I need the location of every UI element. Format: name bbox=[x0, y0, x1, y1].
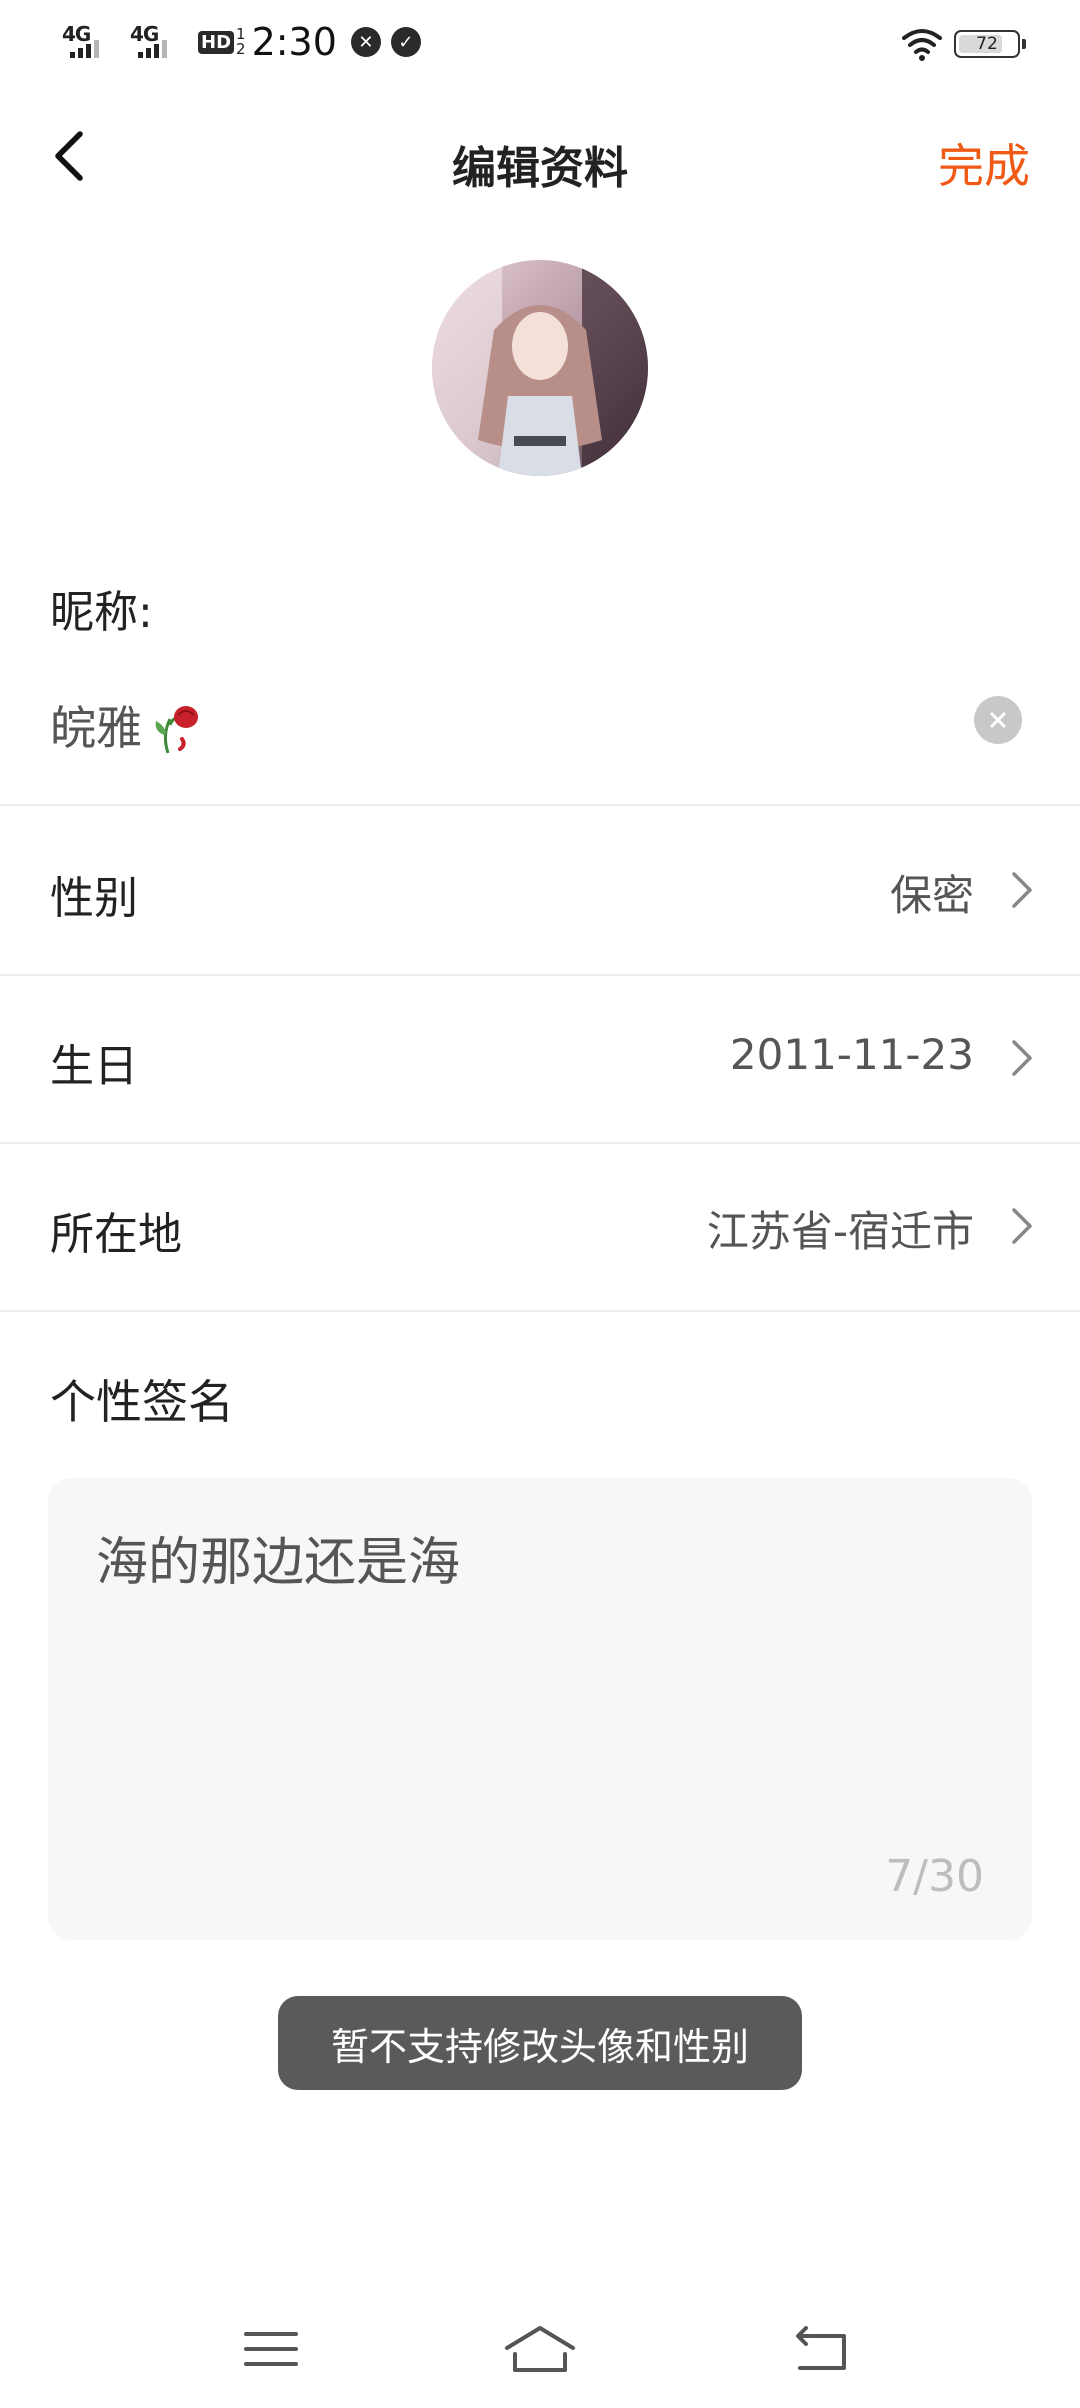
char-counter: 7/30 bbox=[885, 1851, 984, 1902]
page-title: 编辑资料 bbox=[452, 143, 628, 194]
chevron-right-icon bbox=[1012, 1208, 1032, 1244]
back-nav-icon[interactable] bbox=[778, 2314, 868, 2384]
avatar[interactable] bbox=[432, 260, 648, 476]
chevron-right-icon bbox=[1012, 872, 1032, 908]
status-bar: 4G 4G HD 12 2:30 ✕ ✓ 72 bbox=[0, 0, 1080, 84]
signature-text: 海的那边还是海 bbox=[96, 1533, 461, 1593]
row-label: 生日 bbox=[50, 1041, 138, 1092]
row-gender[interactable]: 性别 保密 bbox=[0, 808, 1080, 974]
signature-textarea[interactable]: 海的那边还是海 7/30 bbox=[48, 1478, 1032, 1940]
chevron-right-icon bbox=[1012, 1040, 1032, 1076]
battery-icon: 72 bbox=[954, 30, 1026, 58]
nickname-field[interactable]: 皖雅 bbox=[50, 692, 204, 758]
signal-4g-icon-2: 4G bbox=[130, 22, 184, 62]
row-birthday[interactable]: 生日 2011-11-23 bbox=[0, 976, 1080, 1142]
hd-voice-icon: HD 12 bbox=[198, 27, 246, 57]
signature-label: 个性签名 bbox=[50, 1375, 234, 1429]
notification-check-icon: ✓ bbox=[390, 27, 421, 57]
row-location[interactable]: 所在地 江苏省-宿迁市 bbox=[0, 1144, 1080, 1310]
status-time: 2:30 bbox=[251, 20, 337, 64]
nickname-label: 昵称: bbox=[50, 587, 153, 638]
nickname-value: 皖雅 bbox=[50, 701, 142, 755]
divider bbox=[0, 1310, 1080, 1312]
divider bbox=[0, 804, 1080, 806]
row-label: 所在地 bbox=[50, 1209, 182, 1260]
wifi-icon bbox=[902, 29, 942, 61]
rose-emoji-icon bbox=[155, 706, 198, 754]
row-value: 保密 bbox=[889, 871, 974, 920]
done-button[interactable]: 完成 bbox=[938, 130, 1030, 196]
row-value: 2011-11-23 bbox=[729, 1030, 974, 1079]
clear-icon[interactable] bbox=[974, 696, 1022, 744]
notification-close-icon: ✕ bbox=[350, 27, 381, 57]
row-label: 性别 bbox=[50, 873, 138, 924]
toast-message: 暂不支持修改头像和性别 bbox=[278, 1996, 802, 2090]
header: 编辑资料 完成 bbox=[0, 110, 1080, 200]
menu-icon[interactable] bbox=[226, 2314, 316, 2384]
row-value: 江苏省-宿迁市 bbox=[706, 1207, 974, 1256]
signal-4g-icon: 4G bbox=[62, 22, 116, 62]
system-nav-bar bbox=[0, 2300, 1080, 2408]
home-icon[interactable] bbox=[495, 2314, 585, 2384]
